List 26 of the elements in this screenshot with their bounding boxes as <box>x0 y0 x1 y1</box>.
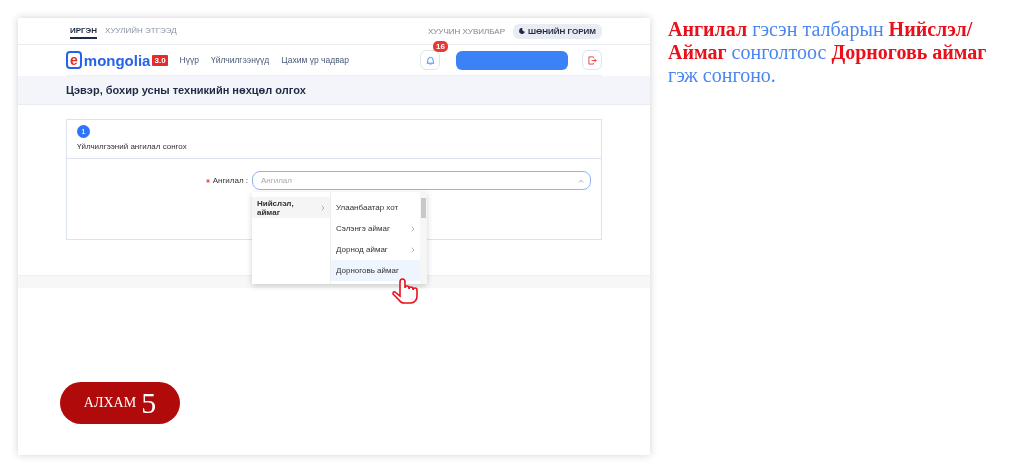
menu-item[interactable]: Дорнод аймаг <box>331 239 420 260</box>
menu-item[interactable]: Дорноговь аймаг <box>331 260 420 281</box>
nav-link[interactable]: Нүүр <box>179 55 199 65</box>
menu-item[interactable]: Улаанбаатар хот <box>331 197 420 218</box>
step-title: Үйлчилгээний ангилал сонгох <box>77 142 188 151</box>
logout-icon <box>587 55 597 65</box>
old-version-link[interactable]: ХУУЧИН ХУВИЛБАР <box>427 26 506 36</box>
step-number: 1 <box>77 125 90 138</box>
dark-mode-button[interactable]: ШӨНИЙН ГОРИМ <box>513 23 602 39</box>
notification-button[interactable] <box>420 50 440 70</box>
audience-tab[interactable]: ИРГЭН <box>70 23 98 39</box>
bell-icon <box>425 55 435 65</box>
moon-icon <box>519 28 526 34</box>
nav-link[interactable]: Цахим үр чадвар <box>281 55 350 65</box>
page-title: Цэвэр, бохир усны техникийн нөхцөл олгох <box>66 84 306 96</box>
nav-link[interactable]: Үйлчилгээнүүд <box>210 55 270 65</box>
scrollbar[interactable] <box>420 192 427 284</box>
field-label: Ангилал : <box>212 176 248 185</box>
instruction-text: Ангилал гэсэн талбарын Нийслэл/ Аймаг сонголтоос Дорноговь аймаг гэж сонгоно. <box>668 18 988 88</box>
logo[interactable]: e mongolia 3.0 <box>66 51 168 69</box>
menu-item[interactable]: Сэлэнгэ аймаг <box>331 218 420 239</box>
menu-item[interactable]: Нийслэл, аймаг <box>252 197 330 218</box>
user-menu-button[interactable] <box>456 50 568 70</box>
logout-button[interactable] <box>582 50 602 70</box>
notification-badge: 16 <box>433 41 448 52</box>
caret-icon <box>578 178 584 183</box>
